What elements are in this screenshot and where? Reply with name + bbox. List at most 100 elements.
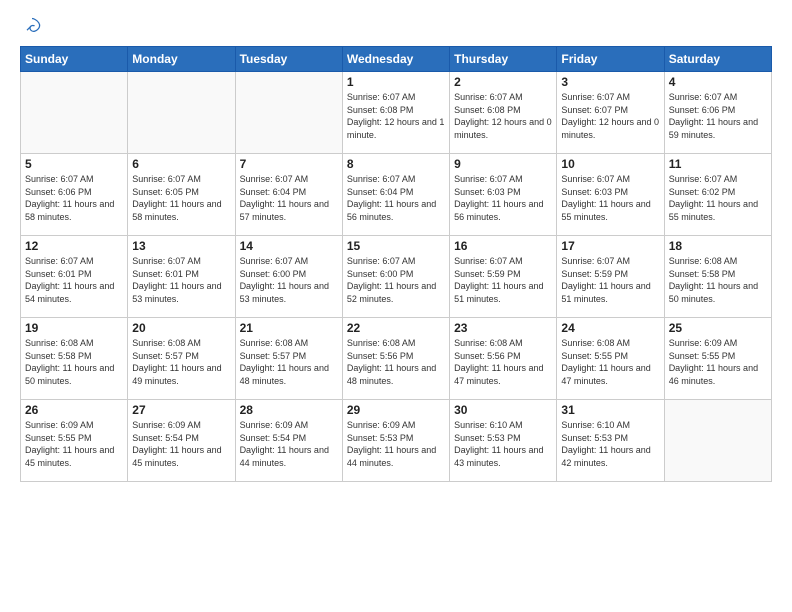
calendar-day-cell bbox=[21, 72, 128, 154]
calendar-day-cell: 5Sunrise: 6:07 AM Sunset: 6:06 PM Daylig… bbox=[21, 154, 128, 236]
calendar-day-cell: 1 Sunrise: 6:07 AM Sunset: 6:08 PM Daylig… bbox=[342, 72, 449, 154]
logo bbox=[20, 16, 42, 36]
calendar-day-cell bbox=[235, 72, 342, 154]
day-number: 25 bbox=[669, 321, 767, 335]
calendar-day-cell: 28 Sunrise: 6:09 AM Sunset: 5:54 PM Dayli… bbox=[235, 400, 342, 482]
calendar-day-cell: 31 Sunrise: 6:10 AM Sunset: 5:53 PM Dayli… bbox=[557, 400, 664, 482]
calendar-day-cell bbox=[128, 72, 235, 154]
header bbox=[20, 16, 772, 36]
day-number: 7 bbox=[240, 157, 338, 171]
day-info: Sunrise: 6:07 AM Sunset: 6:08 PM Dayligh… bbox=[347, 91, 445, 141]
calendar-week-row: 19 Sunrise: 6:08 AM Sunset: 5:58 PM Dayli… bbox=[21, 318, 772, 400]
day-info: Sunrise: 6:08 AM Sunset: 5:58 PM Dayligh… bbox=[669, 255, 767, 305]
day-number: 13 bbox=[132, 239, 230, 253]
day-of-week-header: Sunday bbox=[21, 47, 128, 72]
day-info: Sunrise: 6:09 AM Sunset: 5:53 PM Dayligh… bbox=[347, 419, 445, 469]
day-info: Sunrise: 6:08 AM Sunset: 5:58 PM Dayligh… bbox=[25, 337, 123, 387]
calendar-day-cell: 12 Sunrise: 6:07 AM Sunset: 6:01 PM Dayli… bbox=[21, 236, 128, 318]
day-number: 19 bbox=[25, 321, 123, 335]
calendar-week-row: 12 Sunrise: 6:07 AM Sunset: 6:01 PM Dayli… bbox=[21, 236, 772, 318]
calendar-header-row: SundayMondayTuesdayWednesdayThursdayFrid… bbox=[21, 47, 772, 72]
calendar-day-cell: 3 Sunrise: 6:07 AM Sunset: 6:07 PM Daylig… bbox=[557, 72, 664, 154]
day-number: 14 bbox=[240, 239, 338, 253]
day-number: 15 bbox=[347, 239, 445, 253]
day-info: Sunrise: 6:07 AM Sunset: 6:00 PM Dayligh… bbox=[347, 255, 445, 305]
day-number: 12 bbox=[25, 239, 123, 253]
calendar-week-row: 1 Sunrise: 6:07 AM Sunset: 6:08 PM Daylig… bbox=[21, 72, 772, 154]
calendar-day-cell: 6Sunrise: 6:07 AM Sunset: 6:05 PM Daylig… bbox=[128, 154, 235, 236]
calendar-day-cell: 9 Sunrise: 6:07 AM Sunset: 6:03 PM Daylig… bbox=[450, 154, 557, 236]
logo-bird-icon bbox=[22, 16, 42, 36]
calendar-day-cell: 22Sunrise: 6:08 AM Sunset: 5:56 PM Dayli… bbox=[342, 318, 449, 400]
calendar-day-cell: 8 Sunrise: 6:07 AM Sunset: 6:04 PM Daylig… bbox=[342, 154, 449, 236]
day-number: 3 bbox=[561, 75, 659, 89]
calendar-day-cell: 15 Sunrise: 6:07 AM Sunset: 6:00 PM Dayli… bbox=[342, 236, 449, 318]
day-info: Sunrise: 6:07 AM Sunset: 6:08 PM Dayligh… bbox=[454, 91, 552, 141]
day-info: Sunrise: 6:09 AM Sunset: 5:55 PM Dayligh… bbox=[669, 337, 767, 387]
day-number: 4 bbox=[669, 75, 767, 89]
calendar-table: SundayMondayTuesdayWednesdayThursdayFrid… bbox=[20, 46, 772, 482]
day-number: 23 bbox=[454, 321, 552, 335]
day-info: Sunrise: 6:07 AM Sunset: 6:06 PM Dayligh… bbox=[669, 91, 767, 141]
calendar-day-cell: 14 Sunrise: 6:07 AM Sunset: 6:00 PM Dayli… bbox=[235, 236, 342, 318]
day-number: 6 bbox=[132, 157, 230, 171]
day-number: 29 bbox=[347, 403, 445, 417]
day-number: 26 bbox=[25, 403, 123, 417]
calendar-day-cell bbox=[664, 400, 771, 482]
day-of-week-header: Wednesday bbox=[342, 47, 449, 72]
calendar-day-cell: 21 Sunrise: 6:08 AM Sunset: 5:57 PM Dayli… bbox=[235, 318, 342, 400]
day-number: 8 bbox=[347, 157, 445, 171]
day-info: Sunrise: 6:09 AM Sunset: 5:54 PM Dayligh… bbox=[132, 419, 230, 469]
day-info: Sunrise: 6:07 AM Sunset: 6:07 PM Dayligh… bbox=[561, 91, 659, 141]
day-info: Sunrise: 6:07 AM Sunset: 6:01 PM Dayligh… bbox=[132, 255, 230, 305]
day-info: Sunrise: 6:09 AM Sunset: 5:54 PM Dayligh… bbox=[240, 419, 338, 469]
day-number: 21 bbox=[240, 321, 338, 335]
day-number: 18 bbox=[669, 239, 767, 253]
calendar-day-cell: 18 Sunrise: 6:08 AM Sunset: 5:58 PM Dayli… bbox=[664, 236, 771, 318]
day-number: 9 bbox=[454, 157, 552, 171]
day-number: 28 bbox=[240, 403, 338, 417]
calendar-day-cell: 24Sunrise: 6:08 AM Sunset: 5:55 PM Dayli… bbox=[557, 318, 664, 400]
day-number: 20 bbox=[132, 321, 230, 335]
calendar-day-cell: 13 Sunrise: 6:07 AM Sunset: 6:01 PM Dayli… bbox=[128, 236, 235, 318]
day-number: 1 bbox=[347, 75, 445, 89]
day-info: Sunrise: 6:07 AM Sunset: 6:03 PM Dayligh… bbox=[561, 173, 659, 223]
day-info: Sunrise: 6:07 AM Sunset: 5:59 PM Dayligh… bbox=[561, 255, 659, 305]
day-number: 2 bbox=[454, 75, 552, 89]
day-info: Sunrise: 6:08 AM Sunset: 5:57 PM Dayligh… bbox=[240, 337, 338, 387]
day-info: Sunrise: 6:10 AM Sunset: 5:53 PM Dayligh… bbox=[561, 419, 659, 469]
day-of-week-header: Saturday bbox=[664, 47, 771, 72]
day-info: Sunrise: 6:07 AM Sunset: 6:04 PM Dayligh… bbox=[240, 173, 338, 223]
calendar-day-cell: 16Sunrise: 6:07 AM Sunset: 5:59 PM Dayli… bbox=[450, 236, 557, 318]
day-number: 27 bbox=[132, 403, 230, 417]
calendar-day-cell: 4 Sunrise: 6:07 AM Sunset: 6:06 PM Daylig… bbox=[664, 72, 771, 154]
calendar-day-cell: 23 Sunrise: 6:08 AM Sunset: 5:56 PM Dayli… bbox=[450, 318, 557, 400]
calendar-day-cell: 27 Sunrise: 6:09 AM Sunset: 5:54 PM Dayli… bbox=[128, 400, 235, 482]
day-number: 17 bbox=[561, 239, 659, 253]
calendar-day-cell: 19 Sunrise: 6:08 AM Sunset: 5:58 PM Dayli… bbox=[21, 318, 128, 400]
calendar-day-cell: 11Sunrise: 6:07 AM Sunset: 6:02 PM Dayli… bbox=[664, 154, 771, 236]
day-info: Sunrise: 6:08 AM Sunset: 5:57 PM Dayligh… bbox=[132, 337, 230, 387]
day-of-week-header: Friday bbox=[557, 47, 664, 72]
calendar-day-cell: 10 Sunrise: 6:07 AM Sunset: 6:03 PM Dayli… bbox=[557, 154, 664, 236]
calendar-day-cell: 17 Sunrise: 6:07 AM Sunset: 5:59 PM Dayli… bbox=[557, 236, 664, 318]
day-of-week-header: Tuesday bbox=[235, 47, 342, 72]
day-info: Sunrise: 6:07 AM Sunset: 6:04 PM Dayligh… bbox=[347, 173, 445, 223]
day-info: Sunrise: 6:07 AM Sunset: 6:00 PM Dayligh… bbox=[240, 255, 338, 305]
calendar-day-cell: 26 Sunrise: 6:09 AM Sunset: 5:55 PM Dayli… bbox=[21, 400, 128, 482]
calendar-day-cell: 2 Sunrise: 6:07 AM Sunset: 6:08 PM Daylig… bbox=[450, 72, 557, 154]
day-info: Sunrise: 6:09 AM Sunset: 5:55 PM Dayligh… bbox=[25, 419, 123, 469]
calendar-day-cell: 25 Sunrise: 6:09 AM Sunset: 5:55 PM Dayli… bbox=[664, 318, 771, 400]
calendar-day-cell: 30Sunrise: 6:10 AM Sunset: 5:53 PM Dayli… bbox=[450, 400, 557, 482]
calendar-day-cell: 20 Sunrise: 6:08 AM Sunset: 5:57 PM Dayli… bbox=[128, 318, 235, 400]
day-number: 30 bbox=[454, 403, 552, 417]
day-info: Sunrise: 6:07 AM Sunset: 6:03 PM Dayligh… bbox=[454, 173, 552, 223]
day-number: 31 bbox=[561, 403, 659, 417]
day-number: 11 bbox=[669, 157, 767, 171]
day-info: Sunrise: 6:07 AM Sunset: 6:01 PM Dayligh… bbox=[25, 255, 123, 305]
calendar-week-row: 26 Sunrise: 6:09 AM Sunset: 5:55 PM Dayli… bbox=[21, 400, 772, 482]
day-number: 10 bbox=[561, 157, 659, 171]
calendar-day-cell: 29 Sunrise: 6:09 AM Sunset: 5:53 PM Dayli… bbox=[342, 400, 449, 482]
day-info: Sunrise: 6:08 AM Sunset: 5:56 PM Dayligh… bbox=[347, 337, 445, 387]
day-info: Sunrise: 6:08 AM Sunset: 5:56 PM Dayligh… bbox=[454, 337, 552, 387]
